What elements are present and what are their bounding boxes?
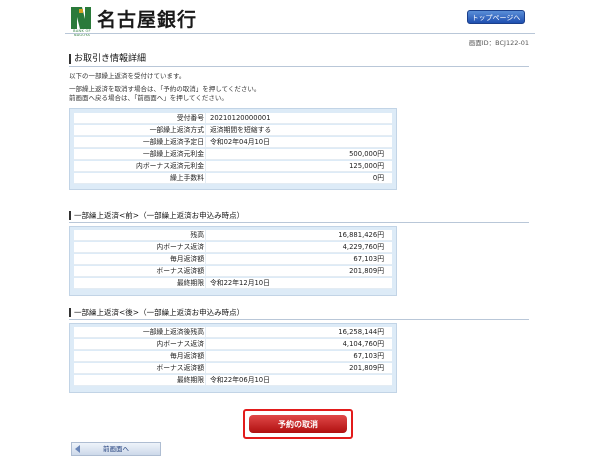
row-value: 16,258,144円 — [338, 328, 384, 336]
cancel-instruction: 一部繰上返済を取消す場合は、「予約の取消」を押してください。 — [69, 85, 261, 93]
after-section-title: 一部繰上返済<後>（一部繰上返済お申込み時点） — [69, 308, 244, 317]
table-row: 内ボーナス返済 4,229,760円 — [74, 242, 392, 253]
cancel-reservation-button[interactable]: 予約の取消 — [249, 415, 347, 433]
row-label: 最終期限 — [176, 279, 204, 287]
page-frame: 名古屋銀行 BANK OF NAGOYA トップページへ 画面ID：BCJ122… — [57, 0, 543, 476]
table-row: 内ボーナス返済 4,104,760円 — [74, 339, 392, 350]
row-label: 内ボーナス返済元利金 — [136, 162, 204, 170]
row-value: 返済期間を短縮する — [210, 126, 272, 134]
table-row: ボーナス返済額 201,809円 — [74, 266, 392, 277]
row-value: 20210120000001 — [210, 114, 271, 122]
row-label: 毎月返済額 — [170, 255, 204, 263]
header-divider — [65, 33, 535, 34]
row-label: 一部繰上返済元利金 — [142, 150, 204, 158]
table-row: 最終期限 令和22年12月10日 — [74, 278, 392, 289]
bank-name: 名古屋銀行 — [97, 9, 198, 31]
row-value: 67,103円 — [353, 255, 384, 263]
row-value: 令和02年04月10日 — [210, 138, 270, 146]
row-value: 67,103円 — [353, 352, 384, 360]
row-value: 0円 — [372, 174, 384, 182]
row-label: 一部繰上返済方式 — [149, 126, 204, 134]
row-value: 201,809円 — [349, 267, 384, 275]
before-panel: 残高 16,881,426円 内ボーナス返済 4,229,760円 毎月返済額 67,… — [69, 226, 397, 296]
row-label: 一部繰上返済後残高 — [142, 328, 204, 336]
detail-panel: 受付番号 20210120000001 一部繰上返済方式 返済期間を短縮する 一部繰… — [69, 108, 397, 190]
row-value: 125,000円 — [349, 162, 384, 170]
cancel-highlight: 予約の取消 — [243, 409, 353, 439]
row-value: 4,229,760円 — [342, 243, 384, 251]
table-row: 繰上手数料 0円 — [74, 173, 392, 184]
row-value: 4,104,760円 — [342, 340, 384, 348]
before-section-title: 一部繰上返済<前>（一部繰上返済お申込み時点） — [69, 211, 244, 220]
row-label: ボーナス返済額 — [156, 267, 204, 275]
row-label: 毎月返済額 — [170, 352, 204, 360]
table-row: ボーナス返済額 201,809円 — [74, 363, 392, 374]
table-row: 内ボーナス返済元利金 125,000円 — [74, 161, 392, 172]
table-row: 一部繰上返済後残高 16,258,144円 — [74, 327, 392, 338]
table-row: 受付番号 20210120000001 — [74, 113, 392, 124]
row-label: 内ボーナス返済 — [156, 243, 204, 251]
table-row: 残高 16,881,426円 — [74, 230, 392, 241]
row-value: 令和22年06月10日 — [210, 376, 270, 384]
table-row: 毎月返済額 67,103円 — [74, 254, 392, 265]
table-row: 最終期限 令和22年06月10日 — [74, 375, 392, 386]
table-row: 一部繰上返済方式 返済期間を短縮する — [74, 125, 392, 136]
after-panel: 一部繰上返済後残高 16,258,144円 内ボーナス返済 4,104,760円 毎… — [69, 323, 397, 393]
back-button-label: 前画面へ — [103, 445, 129, 453]
row-label: 一部繰上返済予定日 — [142, 138, 204, 146]
table-row: 一部繰上返済元利金 500,000円 — [74, 149, 392, 160]
row-label: 最終期限 — [176, 376, 204, 384]
row-label: 受付番号 — [176, 114, 204, 122]
row-label: 繰上手数料 — [170, 174, 204, 182]
row-value: 16,881,426円 — [338, 231, 384, 239]
title-divider — [69, 66, 529, 67]
row-value: 201,809円 — [349, 364, 384, 372]
back-instruction: 前画面へ戻る場合は、「前画面へ」を押してください。 — [69, 94, 228, 102]
table-row: 毎月返済額 67,103円 — [74, 351, 392, 362]
back-button[interactable]: 前画面へ — [71, 442, 161, 456]
screen-id: 画面ID：BCJ122-01 — [468, 39, 529, 47]
back-arrow-icon — [75, 445, 80, 453]
row-label: 内ボーナス返済 — [156, 340, 204, 348]
row-label: 残高 — [190, 231, 204, 239]
page-title: お取引き情報詳細 — [69, 54, 146, 64]
info-message: 以下の一部繰上返済を受付けています。 — [69, 72, 186, 80]
row-value: 令和22年12月10日 — [210, 279, 270, 287]
row-value: 500,000円 — [349, 150, 384, 158]
section-divider — [69, 222, 529, 223]
row-label: ボーナス返済額 — [156, 364, 204, 372]
top-page-button[interactable]: トップページへ — [467, 10, 525, 24]
bank-logo-icon — [71, 7, 91, 29]
table-row: 一部繰上返済予定日 令和02年04月10日 — [74, 137, 392, 148]
section-divider — [69, 319, 529, 320]
